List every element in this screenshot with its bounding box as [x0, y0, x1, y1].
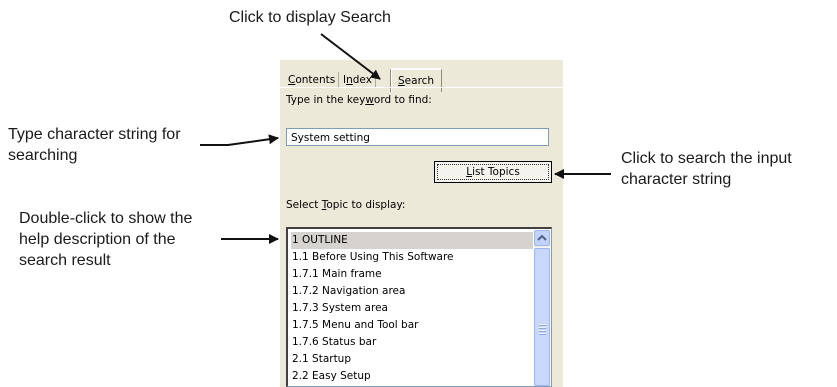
- callout-arrows: [200, 33, 611, 244]
- arrow-to-keyword-input: [200, 134, 279, 146]
- arrow-to-search-tab: [320, 33, 381, 80]
